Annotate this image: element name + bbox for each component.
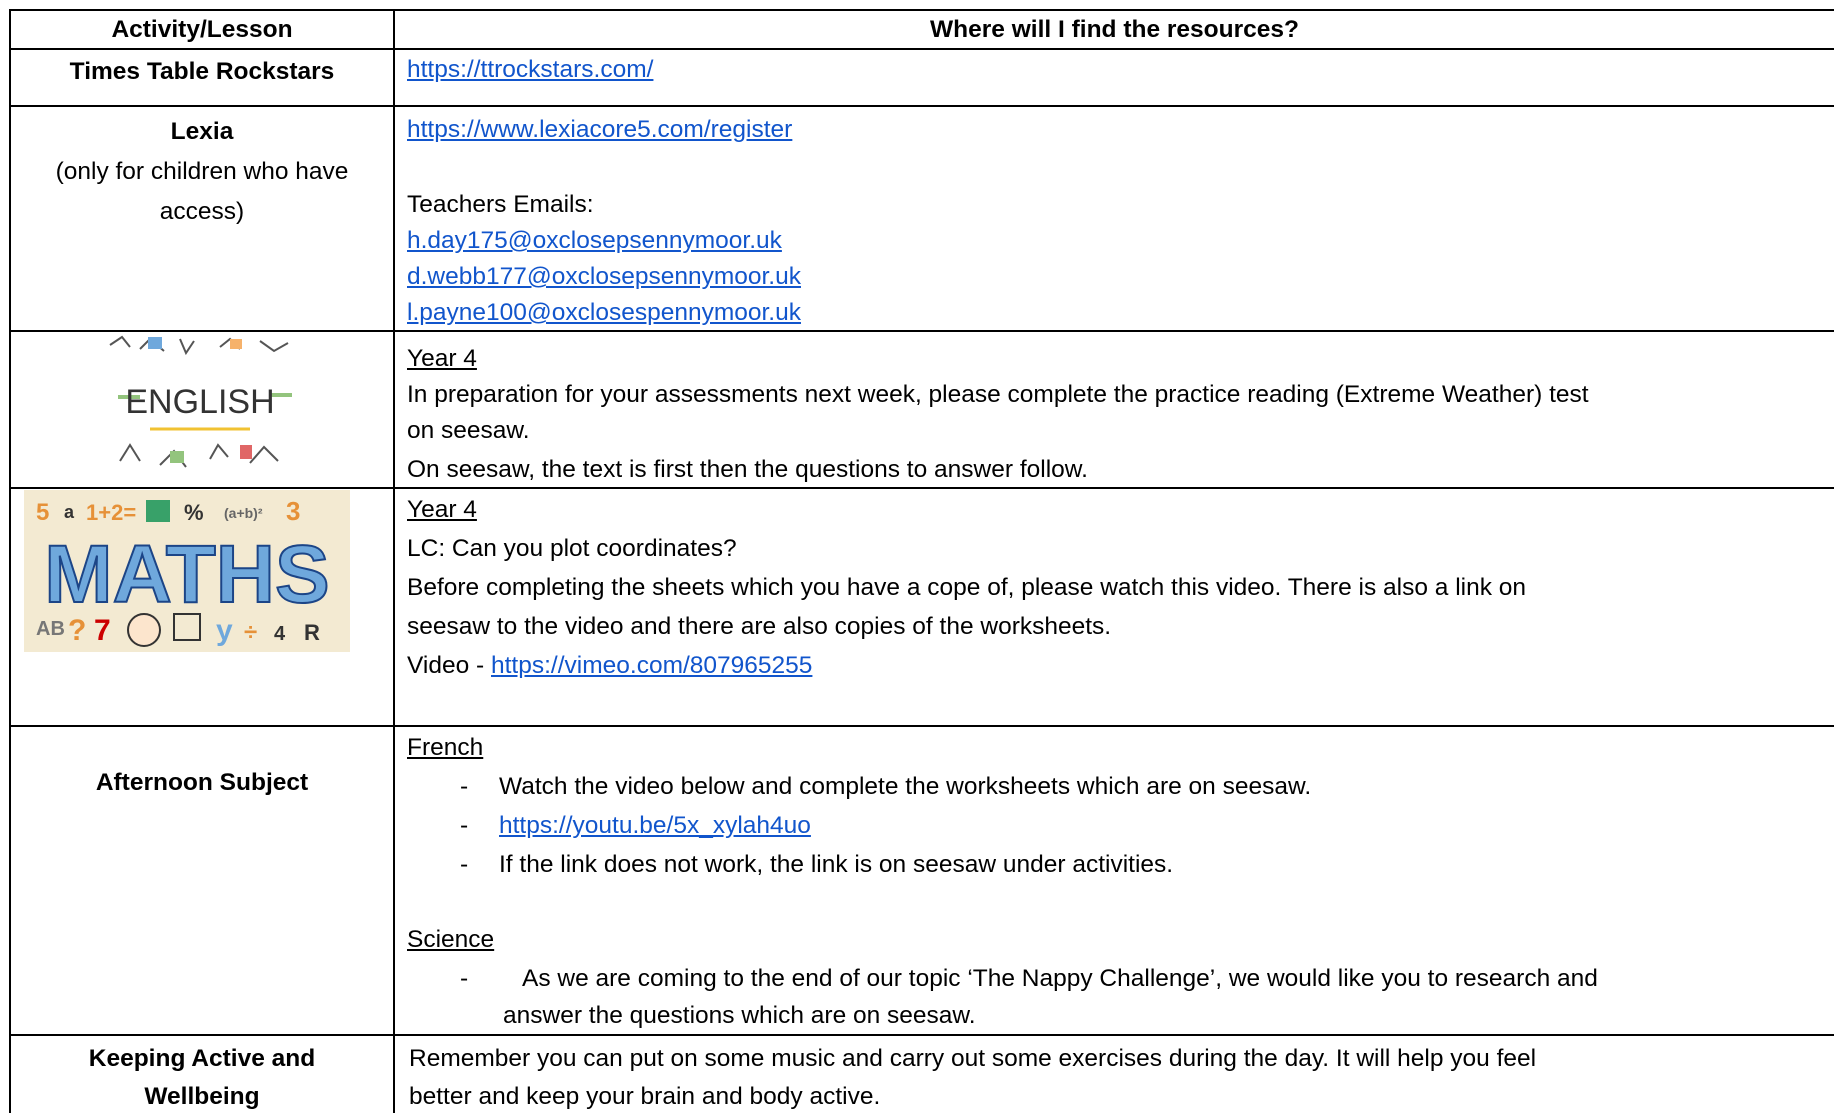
science-heading: Science (407, 926, 495, 953)
teachers-emails-heading: Teachers Emails: (407, 191, 594, 218)
maths-illustration: 5 a 1+2= % (a+b)² 3 MATHS AB ? 7 y ÷ 4 R (24, 490, 350, 652)
teacher-email-link[interactable]: d.webb177@oxclosepsennymoor.uk (407, 258, 801, 295)
english-line-2: on seesaw. (407, 417, 530, 444)
teacher-email-link[interactable]: l.payne100@oxclosespennymoor.uk (407, 294, 801, 331)
svg-text:3: 3 (286, 496, 300, 526)
maths-video-prefix: Video - (407, 652, 491, 679)
svg-text:÷: ÷ (244, 619, 257, 646)
lexia-sub-1: (only for children who have (55, 158, 349, 185)
afternoon-label: Afternoon Subject (95, 769, 309, 796)
maths-lc: LC: Can you plot coordinates? (407, 535, 737, 562)
svg-text:5: 5 (36, 499, 49, 526)
svg-text:1+2=: 1+2= (86, 500, 136, 525)
english-line-1: In preparation for your assessments next… (407, 381, 1589, 408)
lexia-label: Lexia (170, 118, 234, 145)
svg-text:4: 4 (274, 623, 286, 645)
maths-illustration-word: MATHS (44, 529, 329, 620)
bullet-dash: - (460, 812, 469, 839)
ttrs-link[interactable]: https://ttrockstars.com/ (407, 51, 653, 88)
column-divider (393, 9, 395, 1113)
french-video-link[interactable]: https://youtu.be/5x_xylah4uo (499, 807, 811, 844)
header-resources: Where will I find the resources? (930, 16, 1299, 43)
active-line-1: Remember you can put on some music and c… (409, 1045, 1537, 1072)
maths-line-1: Before completing the sheets which you h… (407, 574, 1527, 601)
active-label-1: Keeping Active and (88, 1045, 316, 1072)
english-illustration: ENGLISH (100, 333, 300, 486)
maths-line-2: seesaw to the video and there are also c… (407, 613, 1112, 640)
svg-text:AB: AB (36, 618, 65, 640)
row-divider (9, 105, 1834, 107)
active-line-2: better and keep your brain and body acti… (409, 1083, 881, 1110)
bullet-dash: - (460, 851, 469, 878)
bullet-dash: - (460, 773, 469, 800)
lexia-sub-2: access) (159, 198, 245, 225)
svg-text:%: % (184, 500, 204, 525)
svg-text:a: a (64, 502, 75, 522)
row-divider (9, 725, 1834, 727)
svg-text:7: 7 (94, 614, 111, 647)
teacher-email-link[interactable]: h.day175@oxclosepsennymoor.uk (407, 222, 782, 259)
svg-text:?: ? (68, 614, 86, 647)
science-line-2: answer the questions which are on seesaw… (503, 1002, 976, 1029)
english-year: Year 4 (407, 345, 477, 372)
science-line-1: As we are coming to the end of our topic… (522, 965, 1598, 992)
french-item-1: Watch the video below and complete the w… (499, 773, 1312, 800)
maths-video-line: Video - https://vimeo.com/807965255 (407, 647, 812, 684)
svg-text:R: R (304, 620, 320, 645)
lexia-register-link[interactable]: https://www.lexiacore5.com/register (407, 111, 792, 148)
header-activity: Activity/Lesson (111, 16, 293, 43)
row-divider (9, 1034, 1834, 1036)
active-label-2: Wellbeing (144, 1083, 260, 1110)
row-divider (9, 330, 1834, 332)
french-item-3: If the link does not work, the link is o… (499, 851, 1174, 878)
ttrs-label: Times Table Rockstars (69, 58, 335, 85)
svg-text:y: y (216, 614, 233, 647)
svg-text:(a+b)²: (a+b)² (224, 505, 263, 521)
english-illustration-word: ENGLISH (125, 383, 274, 421)
french-heading: French (407, 734, 484, 761)
bullet-dash: - (460, 965, 469, 992)
english-line-3: On seesaw, the text is first then the qu… (407, 456, 1088, 483)
maths-year: Year 4 (407, 496, 477, 523)
row-divider (9, 48, 1834, 50)
maths-video-link[interactable]: https://vimeo.com/807965255 (491, 652, 812, 679)
